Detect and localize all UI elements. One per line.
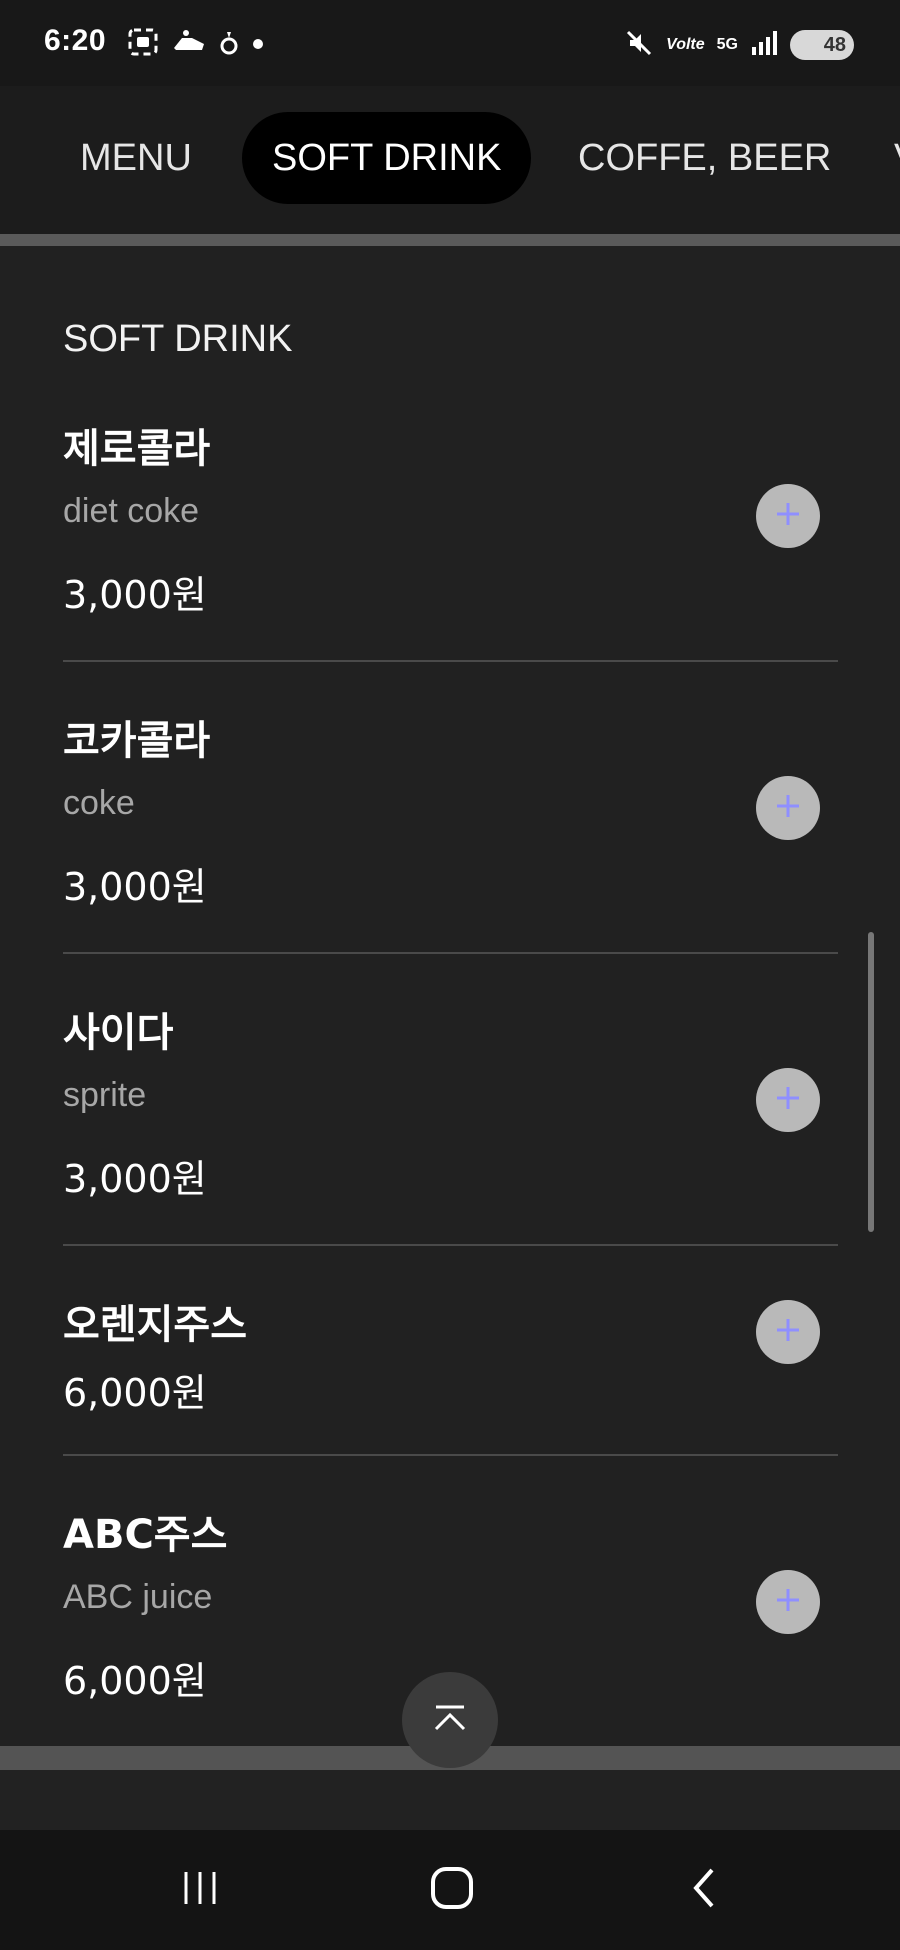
battery-indicator: 48 bbox=[790, 30, 854, 60]
recent-apps-button[interactable] bbox=[164, 1854, 236, 1926]
home-icon bbox=[428, 1864, 476, 1916]
tab-coffee-beer[interactable]: COFFE, BEER bbox=[578, 112, 831, 204]
bottom-area bbox=[0, 1770, 900, 1830]
tab-divider bbox=[0, 234, 900, 246]
menu-item[interactable]: 사이다 sprite 3,000원 bbox=[63, 1000, 838, 1246]
back-icon bbox=[684, 1864, 724, 1916]
signal-icon bbox=[750, 29, 778, 61]
item-price: 3,000원 bbox=[63, 1157, 207, 1201]
item-divider bbox=[63, 952, 838, 954]
navigation-bar bbox=[0, 1830, 900, 1950]
item-divider bbox=[63, 660, 838, 662]
plus-icon bbox=[774, 500, 802, 532]
section-title: SOFT DRINK bbox=[63, 318, 293, 360]
item-price: 3,000원 bbox=[63, 573, 207, 617]
item-name: 코카콜라 bbox=[63, 718, 211, 764]
plus-icon bbox=[774, 1316, 802, 1348]
network-label: 5G bbox=[716, 36, 738, 53]
mute-icon bbox=[624, 28, 654, 62]
menu-item[interactable]: 오렌지주스 6,000원 bbox=[63, 1292, 838, 1456]
item-description: diet coke bbox=[63, 492, 200, 530]
item-divider bbox=[63, 1244, 838, 1246]
scrollbar[interactable] bbox=[868, 932, 874, 1232]
status-bar: 6:20 Volte 5G 48 bbox=[0, 0, 900, 86]
item-description: coke bbox=[63, 784, 135, 822]
plus-icon bbox=[774, 1586, 802, 1618]
volte-label: Volte bbox=[666, 36, 705, 53]
tab-next-partial[interactable]: V bbox=[894, 112, 900, 204]
plus-icon bbox=[774, 792, 802, 824]
tab-menu[interactable]: MENU bbox=[80, 112, 192, 204]
add-button[interactable] bbox=[756, 1300, 820, 1364]
item-name: 제로콜라 bbox=[63, 426, 211, 472]
chevron-up-icon bbox=[430, 1703, 470, 1737]
battery-level: 48 bbox=[823, 33, 846, 56]
tab-soft-drink[interactable]: SOFT DRINK bbox=[242, 112, 532, 204]
item-name: 사이다 bbox=[63, 1010, 174, 1056]
menu-item[interactable]: 코카콜라 coke 3,000원 bbox=[63, 708, 838, 954]
menu-item[interactable]: 제로콜라 diet coke 3,000원 bbox=[63, 416, 838, 662]
menu-content: SOFT DRINK 제로콜라 diet coke 3,000원 코카콜라 co… bbox=[0, 246, 900, 1746]
category-tabs: MENU SOFT DRINK COFFE, BEER V bbox=[0, 86, 900, 234]
item-name: ABC주스 bbox=[63, 1512, 228, 1558]
item-price: 6,000원 bbox=[63, 1371, 207, 1415]
dot-icon bbox=[252, 28, 264, 60]
home-button[interactable] bbox=[416, 1854, 488, 1926]
add-button[interactable] bbox=[756, 484, 820, 548]
add-button[interactable] bbox=[756, 776, 820, 840]
item-price: 3,000원 bbox=[63, 865, 207, 909]
scroll-to-top-button[interactable] bbox=[402, 1672, 498, 1768]
item-name: 오렌지주스 bbox=[63, 1302, 247, 1348]
status-time: 6:20 bbox=[44, 24, 107, 57]
item-description: sprite bbox=[63, 1076, 147, 1114]
add-button[interactable] bbox=[756, 1068, 820, 1132]
add-button[interactable] bbox=[756, 1570, 820, 1634]
status-left-icons bbox=[128, 28, 264, 60]
item-divider bbox=[63, 1454, 838, 1456]
item-price: 6,000원 bbox=[63, 1659, 207, 1703]
recent-apps-icon bbox=[178, 1866, 222, 1914]
item-description: ABC juice bbox=[63, 1578, 213, 1616]
plus-icon bbox=[774, 1084, 802, 1116]
screenshot-icon bbox=[128, 28, 158, 60]
status-right-icons: Volte 5G 48 bbox=[624, 28, 854, 62]
back-button[interactable] bbox=[668, 1854, 740, 1926]
app-notification-icon bbox=[220, 28, 238, 60]
jet-ski-icon bbox=[172, 28, 206, 60]
